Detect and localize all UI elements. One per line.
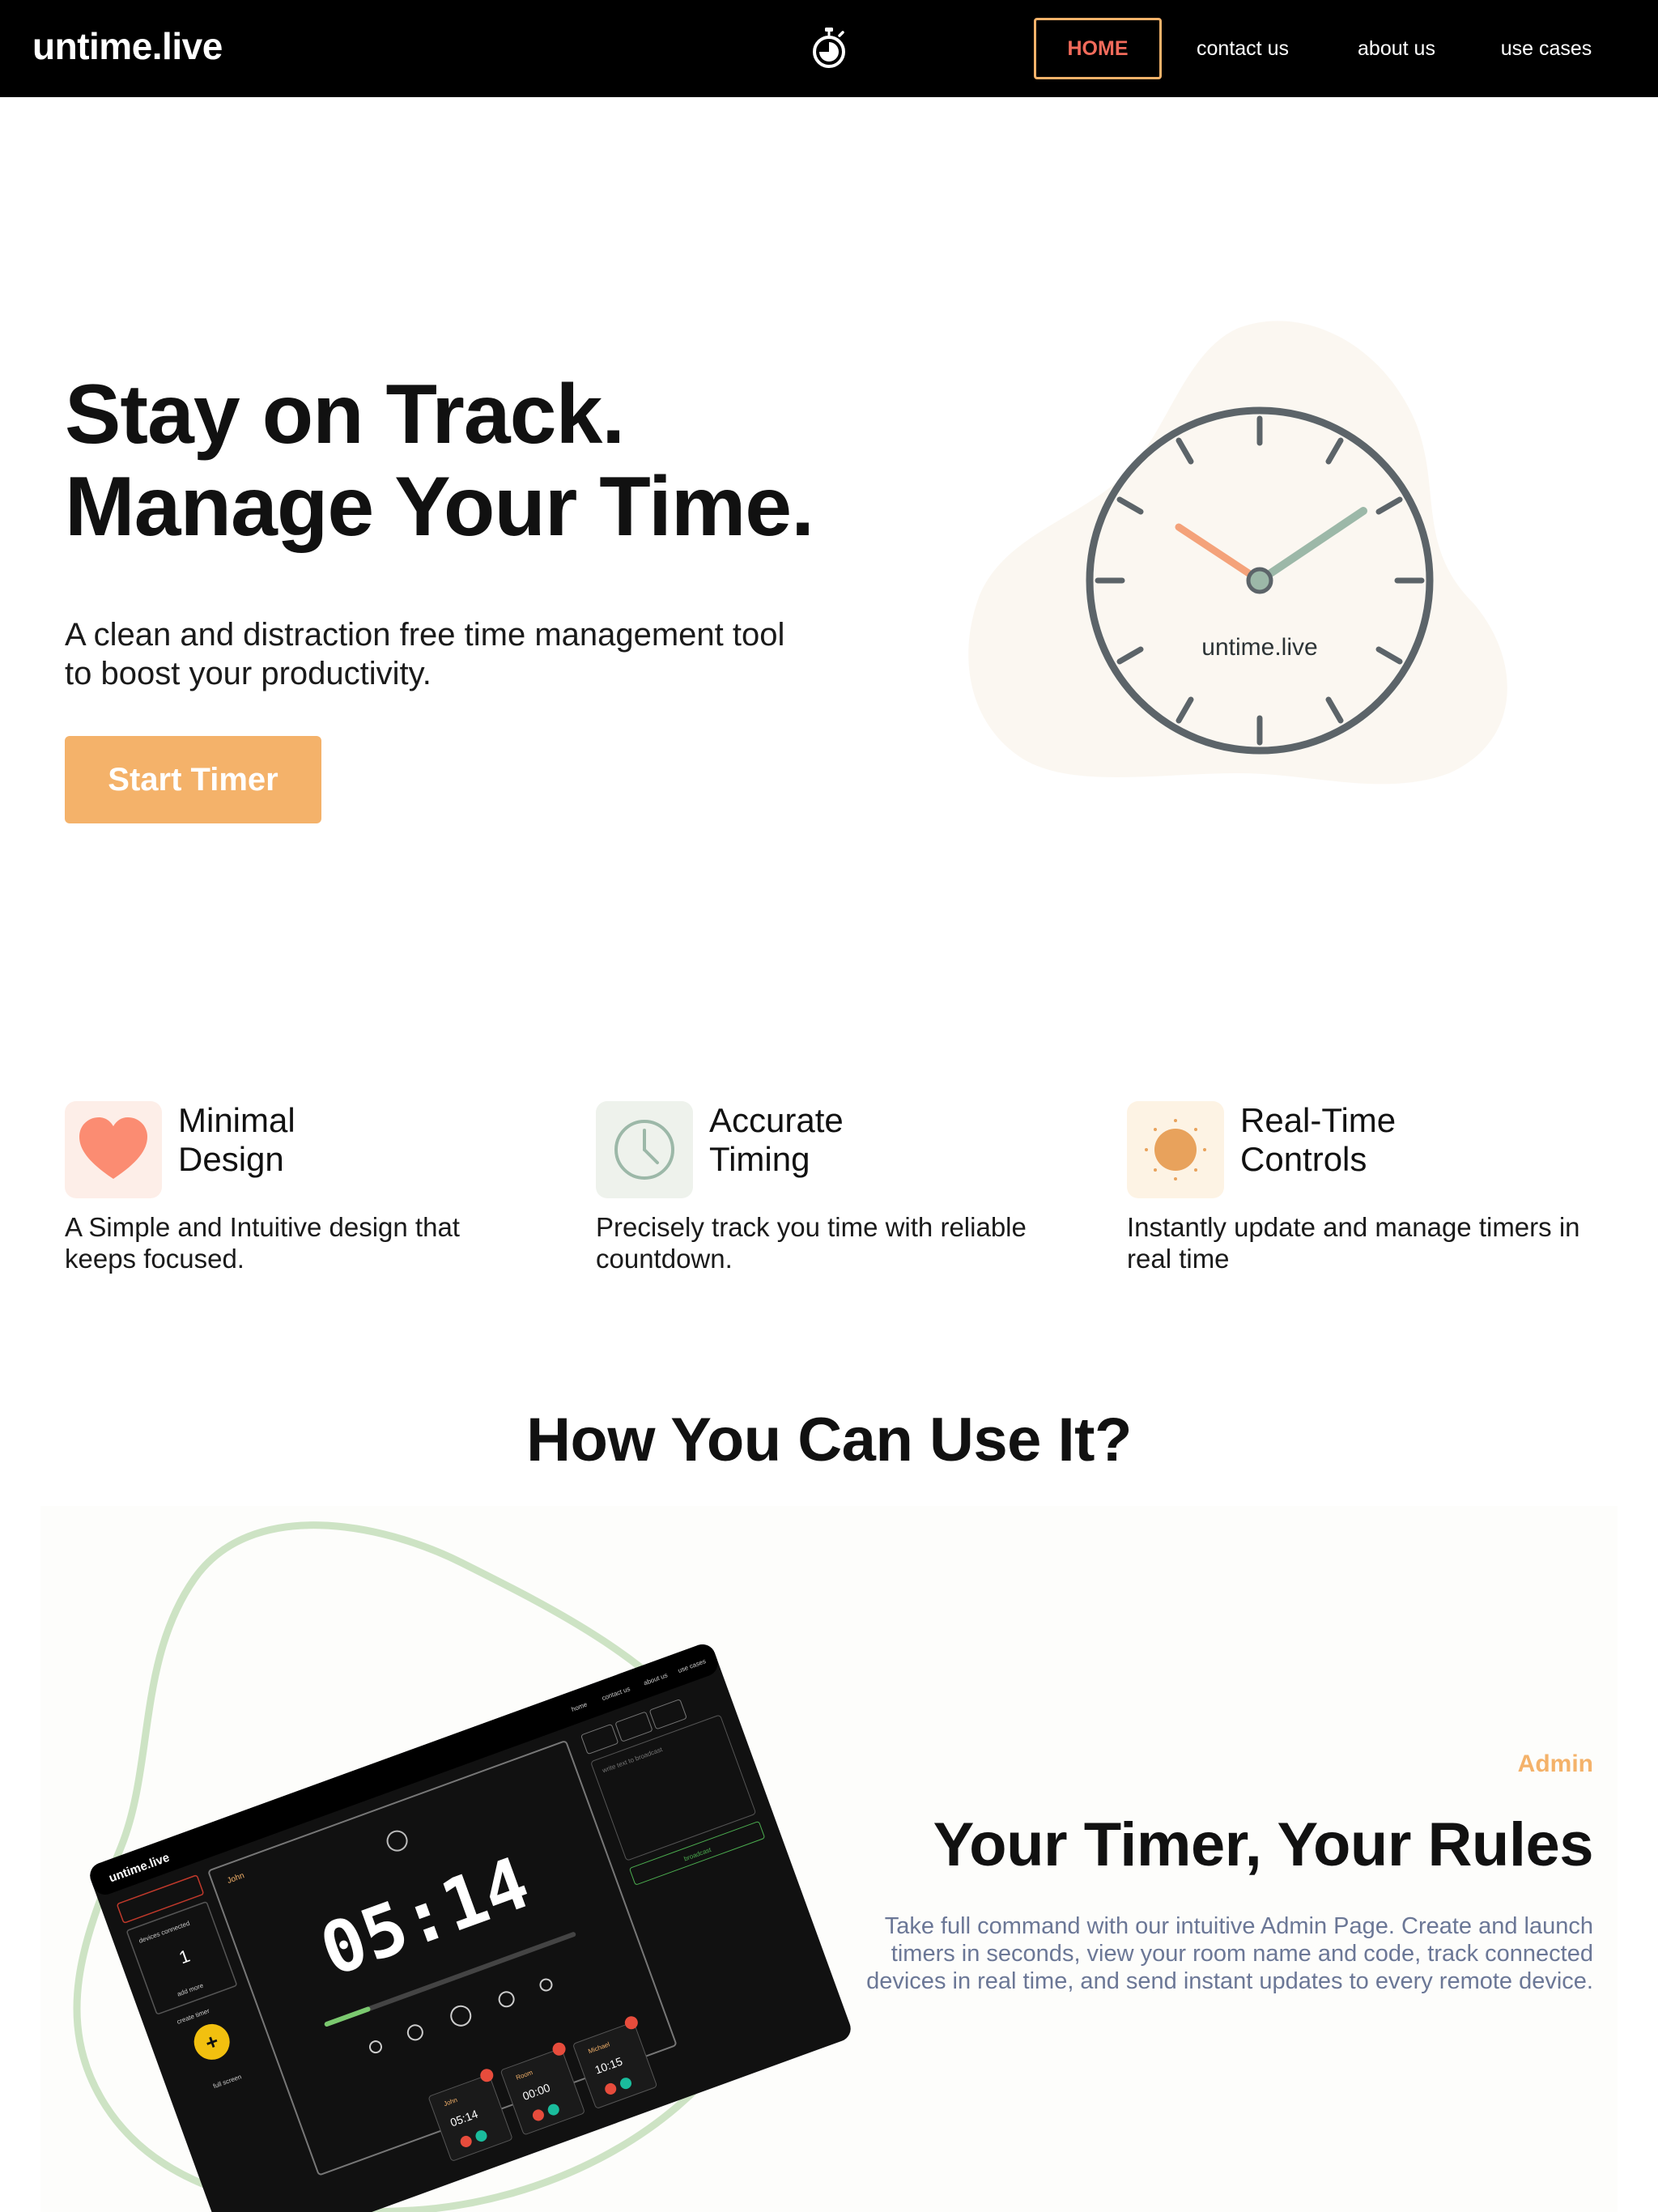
feature-title: Real-Time Controls	[1240, 1101, 1580, 1179]
stopwatch-icon	[813, 28, 845, 68]
nav-contact-us[interactable]: contact us	[1182, 18, 1303, 79]
hero-title-line-1: Stay on Track.	[65, 368, 625, 462]
start-timer-button[interactable]: Start Timer	[65, 736, 321, 823]
top-nav: untime.live HOME contact us about us use…	[0, 0, 1658, 97]
feature-description: A Simple and Intuitive design that keeps…	[65, 1212, 460, 1274]
hero-title-line-2: Manage Your Time.	[65, 460, 814, 554]
nav-about-us[interactable]: about us	[1336, 18, 1457, 79]
hero-subtitle: A clean and distraction free time manage…	[65, 617, 785, 691]
feature-title-line-2: Timing	[709, 1140, 810, 1178]
feature-description: Instantly update and manage timers in re…	[1127, 1212, 1580, 1274]
use-case-description: Take full command with our intuitive Adm…	[866, 1913, 1593, 1994]
use-case-tag: Admin	[1517, 1750, 1593, 1777]
feature-description: Precisely track you time with reliable c…	[596, 1212, 1027, 1274]
feature-title-line-2: Design	[178, 1140, 284, 1178]
section-title-how: How You Can Use It?	[526, 1406, 1132, 1474]
feature-title-line-2: Controls	[1240, 1140, 1367, 1178]
feature-title-line-1: Accurate	[709, 1101, 844, 1139]
use-case-title: Your Timer, Your Rules	[933, 1810, 1594, 1879]
heart-icon	[65, 1101, 162, 1198]
brand-logo-text[interactable]: untime.live	[32, 24, 223, 68]
clock-label: untime.live	[1201, 634, 1317, 661]
clock-icon	[596, 1101, 693, 1198]
sun-icon	[1127, 1101, 1224, 1198]
feature-title: Minimal Design	[178, 1101, 518, 1179]
nav-home[interactable]: HOME	[1034, 18, 1162, 79]
hero-title: Stay on Track. Manage Your Time.	[65, 368, 814, 553]
nav-use-cases[interactable]: use cases	[1490, 18, 1603, 79]
feature-title: Accurate Timing	[709, 1101, 1049, 1179]
admin-screenshot-illustration: untime.live home contact us about us use…	[73, 1521, 851, 2212]
feature-title-line-1: Real-Time	[1240, 1101, 1397, 1139]
hero-clock-illustration: untime.live	[968, 321, 1507, 785]
feature-title-line-1: Minimal	[178, 1101, 295, 1139]
